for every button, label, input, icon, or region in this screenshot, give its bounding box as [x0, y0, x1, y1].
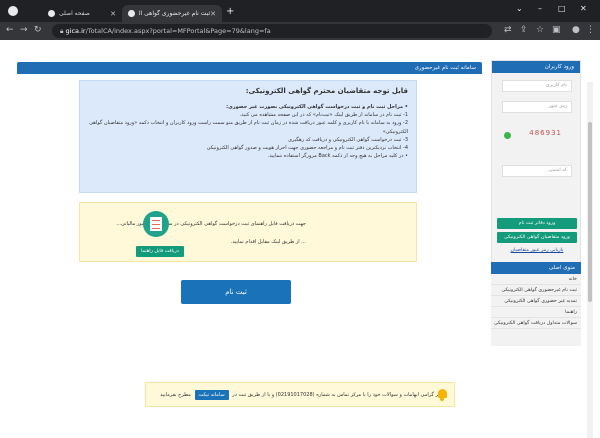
web-page: سامانه ثبت نام غیرحضوری قابل توجه متقاضی…: [0, 40, 600, 438]
username-input[interactable]: نام کاربری: [502, 80, 572, 92]
support-text: مطرح بفرمایید: [160, 392, 191, 398]
profile-icon[interactable]: ●: [572, 25, 580, 35]
bookmark-star-icon[interactable]: ☆: [536, 25, 544, 35]
main-menu: منوی اصلی خانه ثبت نام غیرحضوری گواهی ال…: [491, 262, 581, 346]
download-guide-box: جهت دریافت فایل راهنمای ثبت درخواست گواه…: [79, 202, 417, 262]
notice-box: قابل توجه متقاضیان محترم گواهی الکترونیک…: [79, 80, 417, 193]
support-notice-bar: کاربر گرامی ابهامات و سوالات خود را با م…: [145, 382, 455, 407]
password-input[interactable]: رمز عبور: [502, 101, 572, 113]
address-toolbar: ← → ↻ 🔒︎ gica.ir/TotalCA/index.aspx?port…: [0, 22, 600, 40]
scrollbar-thumb[interactable]: [588, 122, 592, 302]
login-title: ورود کاربران: [492, 61, 580, 73]
download-guide-button[interactable]: دریافت فایل راهنما: [136, 246, 184, 257]
notice-line: • در کلیه مراحل به هیچ وجه از دکمه Back …: [267, 153, 408, 160]
forgot-password-link[interactable]: بازیابی رمز عبور متقاضیان: [497, 248, 577, 253]
forward-icon[interactable]: →: [20, 25, 28, 35]
maximize-button[interactable]: □: [558, 4, 566, 13]
close-tab-icon[interactable]: ✕: [210, 10, 216, 18]
browser-tab-bar: صفحه اصلی ✕ ثبت نام غیرحضوری گواهی الکتر…: [0, 0, 600, 22]
side-panel-icon[interactable]: ▣: [552, 25, 561, 35]
document-icon: [143, 211, 169, 237]
notice-line: 3- ثبت درخواست گواهی الکترونیکی و دریافت…: [288, 136, 408, 143]
support-text: کاربر گرامی ابهامات و سوالات خود را با م…: [232, 392, 446, 398]
browser-tab-signup[interactable]: ثبت نام غیرحضوری گواهی الکترونیک ✕: [122, 5, 222, 22]
captcha-image: 486931: [529, 129, 562, 137]
browser-menu-icon[interactable]: ⋮: [586, 25, 595, 35]
signup-panel: سامانه ثبت نام غیرحضوری قابل توجه متقاضی…: [17, 62, 482, 407]
new-tab-button[interactable]: +: [226, 6, 234, 17]
share-icon[interactable]: ⇪: [520, 25, 528, 35]
login-box: ورود کاربران نام کاربری رمز عبور 486931 …: [491, 60, 581, 280]
panel-title: سامانه ثبت نام غیرحضوری: [17, 62, 482, 74]
office-login-button[interactable]: ورود دفاتر ثبت نام: [497, 218, 577, 229]
notice-heading: قابل توجه متقاضیان محترم گواهی الکترونیک…: [245, 87, 408, 95]
close-tab-icon[interactable]: ✕: [110, 10, 116, 18]
tab-search-icon[interactable]: ⌄: [516, 4, 523, 13]
menu-item-renew[interactable]: تمدید غیر حضوری گواهی الکترونیکی: [491, 296, 581, 307]
page-scrollbar[interactable]: [587, 82, 593, 438]
browser-tab-home[interactable]: صفحه اصلی ✕: [42, 5, 122, 22]
tab-favicon-icon: [128, 10, 135, 17]
close-window-button[interactable]: ✕: [580, 4, 587, 13]
tab-title: صفحه اصلی: [59, 10, 90, 17]
reload-icon[interactable]: ↻: [34, 25, 42, 35]
notice-line: 2- ورود به سامانه با نام کاربری و کلمه ع…: [89, 120, 408, 135]
captcha-input[interactable]: کد امنیتی: [502, 165, 572, 177]
menu-item-faq[interactable]: سوالات متداول دریافت گواهی الکترونیکی: [491, 318, 581, 329]
signup-button[interactable]: ثبت نام: [181, 280, 291, 304]
menu-item-home[interactable]: خانه: [491, 274, 581, 285]
back-icon[interactable]: ←: [6, 25, 14, 35]
notice-line: 1- ثبت نام در سامانه از طریق لینک «ثبت‌ن…: [239, 112, 408, 119]
menu-item-help[interactable]: راهنما: [491, 307, 581, 318]
url-bar[interactable]: 🔒︎ gica.ir/TotalCA/index.aspx?portal=MFP…: [52, 24, 492, 38]
menu-item-signup[interactable]: ثبت نام غیرحضوری گواهی الکترونیکی: [491, 285, 581, 296]
applicant-login-button[interactable]: ورود متقاضیان گواهی الکترونیکی: [497, 232, 577, 243]
menu-title: منوی اصلی: [491, 262, 581, 274]
browser-logo-icon: [8, 6, 18, 16]
url-path: /TotalCA/index.aspx?portal=MFPortal&Page…: [85, 27, 271, 35]
notice-line: • مراحل ثبت نام و ثبت درخواست گواهی الکت…: [226, 104, 408, 110]
download-guide-text: ... از طریق لینک مقابل اقدام نمایید.: [230, 239, 306, 245]
minimize-button[interactable]: –: [538, 4, 542, 13]
tab-favicon-icon: [48, 10, 55, 17]
translate-icon[interactable]: ⇄: [504, 25, 512, 35]
ticket-system-link[interactable]: سامانه تیکت: [194, 390, 229, 400]
url-host: gica.ir: [65, 27, 86, 35]
notice-line: 4- انتخاب نزدیکترین دفتر ثبت نام و مراجع…: [206, 145, 408, 152]
tab-title: ثبت نام غیرحضوری گواهی الکترونیک: [138, 10, 211, 17]
